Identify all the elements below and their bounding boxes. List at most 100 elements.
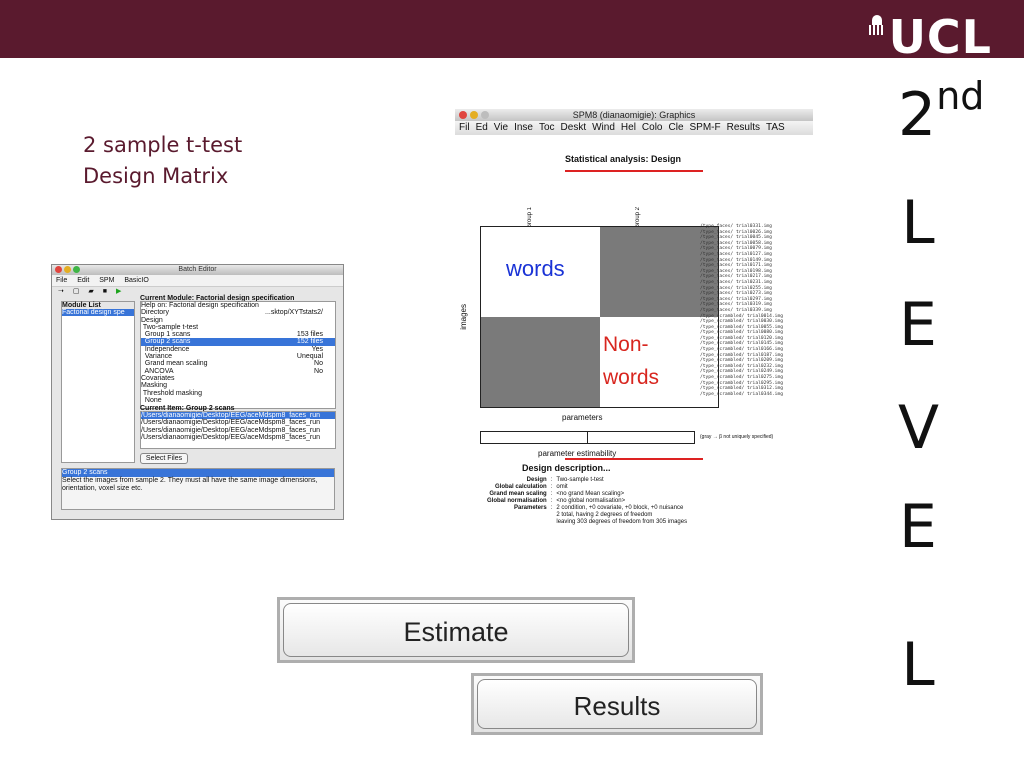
title-underline bbox=[565, 170, 703, 172]
design-description-title: Design description... bbox=[522, 463, 611, 473]
module-row-label: None bbox=[141, 396, 162, 404]
description-value: 2 total, having 2 degrees of freedom bbox=[556, 512, 653, 518]
help-title: Group 2 scans bbox=[62, 469, 334, 477]
spm-menu-item[interactable]: Results bbox=[727, 122, 760, 133]
image-file-entry: /type_scrambled/ trial0312.img bbox=[700, 386, 783, 392]
module-row[interactable]: None bbox=[141, 397, 335, 404]
select-files-button[interactable]: Select Files bbox=[140, 453, 188, 464]
module-row-value: 152 files bbox=[296, 338, 323, 346]
menu-edit[interactable]: Edit bbox=[77, 277, 89, 284]
module-row-label: Two-sample t-test bbox=[141, 323, 199, 331]
minimize-icon[interactable] bbox=[470, 111, 478, 119]
spm-titlebar: SPM8 (dianaomigie): Graphics bbox=[455, 109, 813, 121]
item-path-row[interactable]: /Users/dianaomigie/Desktop/EEG/aceMdspm8… bbox=[141, 427, 335, 434]
item-path-row[interactable]: /Users/dianaomigie/Desktop/EEG/aceMdspm8… bbox=[141, 419, 335, 426]
module-row[interactable]: Variance Unequal bbox=[141, 353, 335, 360]
save-icon[interactable]: ■ bbox=[103, 288, 107, 295]
words-label: words bbox=[506, 256, 565, 281]
level-suffix: nd bbox=[936, 74, 985, 118]
module-row-label: Group 1 scans bbox=[141, 331, 191, 339]
spm-title: SPM8 (dianaomigie): Graphics bbox=[572, 110, 696, 120]
description-value: omit bbox=[556, 484, 568, 490]
module-row-label: Grand mean scaling bbox=[141, 360, 208, 368]
close-icon[interactable] bbox=[55, 266, 62, 273]
slide-title-line1: 2 sample t-test bbox=[83, 133, 243, 157]
spm-menu-item[interactable]: Vie bbox=[494, 122, 508, 133]
nonwords-label: Non- words bbox=[603, 328, 659, 394]
slide-title: 2 sample t-test Design Matrix bbox=[83, 130, 242, 192]
description-key: Global normalisation bbox=[487, 498, 547, 504]
spm-menu-item[interactable]: Hel bbox=[621, 122, 636, 133]
current-module-list[interactable]: Help on: Factorial design specification D… bbox=[140, 301, 336, 409]
module-row[interactable]: Masking bbox=[141, 382, 335, 389]
design-matrix bbox=[480, 226, 719, 408]
spm-menu-item[interactable]: Wind bbox=[592, 122, 615, 133]
module-row[interactable]: ANCOVA No bbox=[141, 368, 335, 375]
results-button[interactable]: Results bbox=[471, 673, 763, 735]
module-row[interactable]: Design bbox=[141, 317, 335, 324]
module-row-value: 153 files bbox=[296, 331, 323, 339]
module-row-value: ...sktop/XYTstats2/ bbox=[265, 309, 323, 317]
estimability-underline bbox=[565, 458, 703, 460]
batch-editor-window: Batch Editor File Edit SPM BasicIO ➝ ▢ ▰… bbox=[51, 264, 344, 520]
image-file-entry: /type_scrambled/ trial0166.img bbox=[700, 347, 783, 353]
level-letter-e2: E bbox=[899, 492, 937, 562]
image-file-entry: /type_faces/ trial0339.img bbox=[700, 307, 772, 313]
estimability-note: (gray → β not uniquely specified) bbox=[700, 434, 774, 440]
nonwords-line2: words bbox=[603, 366, 660, 389]
menu-basicio[interactable]: BasicIO bbox=[124, 277, 149, 284]
level-letter-l2: L bbox=[901, 630, 935, 700]
item-path-row[interactable]: /Users/dianaomigie/Desktop/EEG/aceMdspm8… bbox=[141, 434, 335, 441]
close-icon[interactable] bbox=[459, 111, 467, 119]
level-letter-e1: E bbox=[899, 290, 937, 360]
menu-spm[interactable]: SPM bbox=[99, 277, 114, 284]
module-row[interactable]: Group 2 scans 152 files bbox=[141, 338, 335, 346]
logo-text: UCL bbox=[888, 10, 992, 64]
image-file-entry: /type_faces/ trial0045.img bbox=[700, 235, 772, 241]
module-row[interactable]: Help on: Factorial design specification bbox=[141, 302, 335, 309]
level-number: 2nd bbox=[898, 74, 984, 150]
module-row[interactable]: Directory ...sktop/XYTstats2/ bbox=[141, 309, 335, 316]
open-folder-icon[interactable]: ▰ bbox=[88, 288, 93, 295]
item-path-row[interactable]: /Users/dianaomigie/Desktop/EEG/aceMdspm8… bbox=[141, 412, 335, 420]
menu-file[interactable]: File bbox=[56, 277, 67, 284]
description-value: 2 condition, +0 covariate, +0 block, +0 … bbox=[556, 505, 684, 511]
spm-menu-item[interactable]: TAS bbox=[766, 122, 785, 133]
estimate-button[interactable]: Estimate bbox=[277, 597, 635, 663]
spm-menu-item[interactable]: SPM-F bbox=[690, 122, 721, 133]
help-box: Group 2 scans Select the images from sam… bbox=[61, 468, 335, 510]
module-list[interactable]: Module List Factorial design spe bbox=[61, 301, 135, 463]
help-text: Select the images from sample 2. They mu… bbox=[62, 477, 318, 492]
module-row[interactable]: Independence Yes bbox=[141, 346, 335, 353]
new-file-icon[interactable]: ▢ bbox=[73, 288, 80, 295]
spm-menu-item[interactable]: Colo bbox=[642, 122, 663, 133]
spm-menu-item[interactable]: Inse bbox=[514, 122, 533, 133]
zoom-icon[interactable] bbox=[481, 111, 489, 119]
module-row-value: Yes bbox=[311, 345, 323, 353]
zoom-icon[interactable] bbox=[73, 266, 80, 273]
module-row[interactable]: Grand mean scaling No bbox=[141, 360, 335, 367]
image-file-entry: /type_faces/ trial0231.img bbox=[700, 279, 772, 285]
description-row: Global normalisation: <no global normalis… bbox=[485, 498, 689, 505]
spm-menu-item[interactable]: Cle bbox=[669, 122, 684, 133]
level-letter-v: V bbox=[898, 393, 940, 463]
module-item-factorial[interactable]: Factorial design spe bbox=[62, 309, 134, 316]
module-row[interactable]: Covariates bbox=[141, 375, 335, 382]
module-row[interactable]: Two-sample t-test bbox=[141, 324, 335, 331]
module-row-label: Variance bbox=[141, 353, 172, 361]
module-row-label: ANCOVA bbox=[141, 367, 174, 375]
module-row-label: Directory bbox=[141, 309, 170, 317]
arrow-icon[interactable]: ➝ bbox=[58, 288, 64, 295]
minimize-icon[interactable] bbox=[64, 266, 71, 273]
spm-menu-item[interactable]: Deskt bbox=[561, 122, 587, 133]
spm-menu-item[interactable]: Toc bbox=[539, 122, 555, 133]
spm-menu-item[interactable]: Ed bbox=[476, 122, 488, 133]
current-item-list[interactable]: /Users/dianaomigie/Desktop/EEG/aceMdspm8… bbox=[140, 411, 336, 449]
run-icon[interactable]: ▶ bbox=[116, 288, 121, 295]
module-row[interactable]: Group 1 scans 153 files bbox=[141, 331, 335, 338]
description-row: 2 total, having 2 degrees of freedom bbox=[485, 512, 689, 519]
module-row-label: Covariates bbox=[141, 374, 175, 382]
spm-menu-item[interactable]: Fil bbox=[459, 122, 470, 133]
spm-graphics-window: SPM8 (dianaomigie): Graphics Fil Ed Vie Ins… bbox=[455, 109, 813, 529]
module-row[interactable]: Threshold masking bbox=[141, 390, 335, 397]
